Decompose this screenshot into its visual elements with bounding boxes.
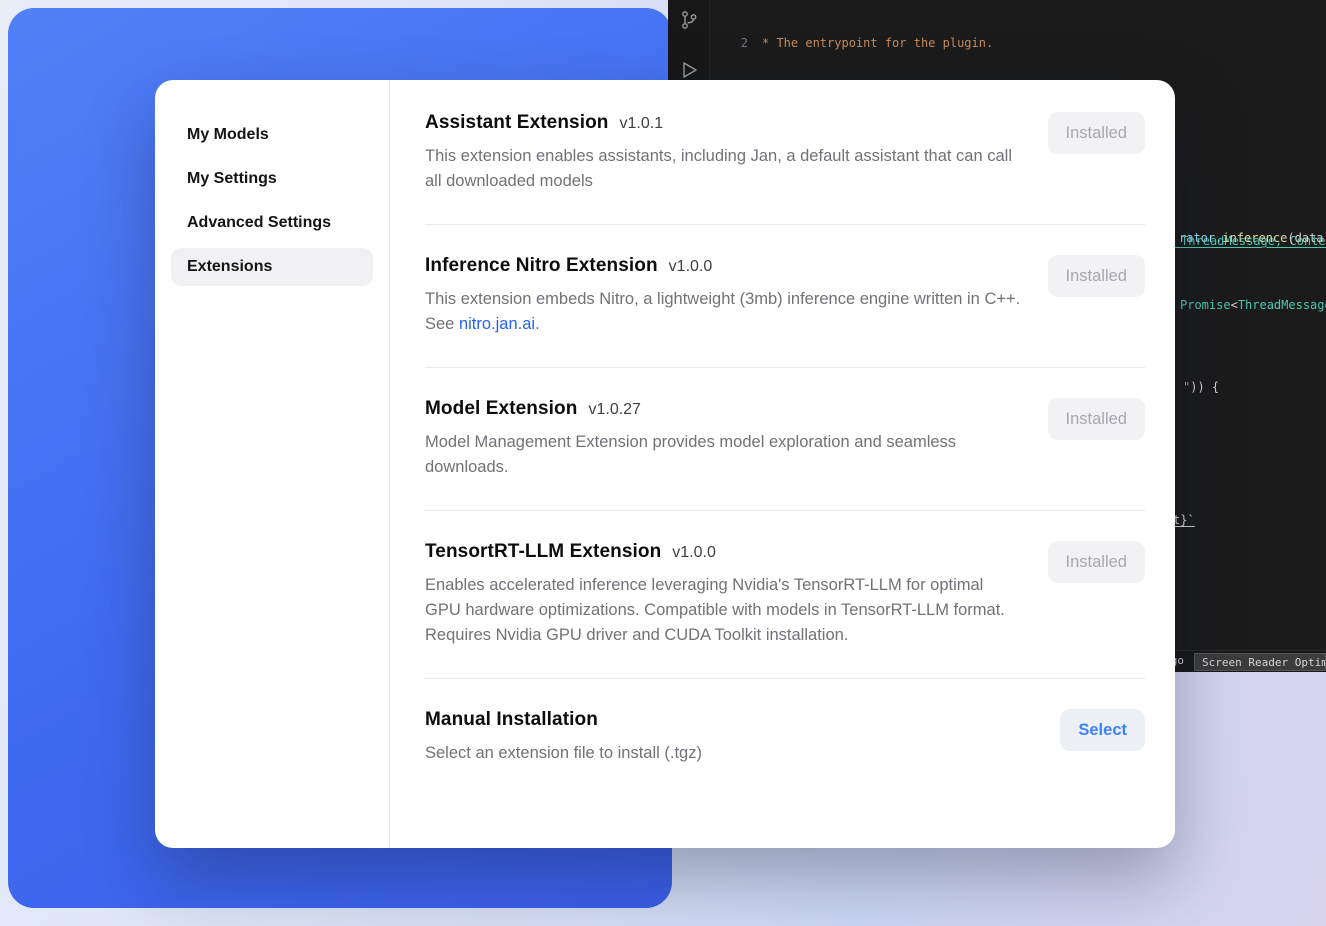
extension-name: TensortRT-LLM Extension: [425, 541, 661, 563]
manual-installation-row: Manual Installation Select an extension …: [425, 679, 1145, 796]
extension-row-model: Model Extension v1.0.27 Model Management…: [425, 368, 1145, 511]
extension-row-nitro: Inference Nitro Extension v1.0.0 This ex…: [425, 225, 1145, 368]
run-debug-icon[interactable]: [677, 58, 701, 82]
extension-description: This extension embeds Nitro, a lightweig…: [425, 287, 1024, 337]
extension-name: Model Extension: [425, 398, 577, 420]
code-fragment: ")) {: [1183, 379, 1219, 396]
extension-row-assistant: Assistant Extension v1.0.1 This extensio…: [425, 112, 1145, 225]
extension-name: Assistant Extension: [425, 112, 609, 134]
settings-sidebar: My Models My Settings Advanced Settings …: [155, 80, 390, 848]
extension-version: v1.0.0: [672, 544, 716, 562]
screen-reader-badge[interactable]: Screen Reader Optimize: [1194, 653, 1326, 671]
manual-installation-title: Manual Installation: [425, 709, 598, 731]
extension-version: v1.0.27: [588, 401, 640, 419]
extension-description: This extension enables assistants, inclu…: [425, 144, 1024, 194]
page: 2* The entrypoint for the plugin. 3*/ 4 …: [0, 0, 1326, 926]
extension-description: Enables accelerated inference leveraging…: [425, 573, 1015, 648]
installed-button[interactable]: Installed: [1048, 112, 1145, 154]
installed-button[interactable]: Installed: [1048, 398, 1145, 440]
code-text: * The entrypoint for the plugin.: [762, 35, 993, 52]
code-line: 2* The entrypoint for the plugin.: [710, 35, 1326, 52]
nitro-jan-ai-link[interactable]: nitro.jan.ai: [459, 315, 535, 333]
sidebar-item-my-settings[interactable]: My Settings: [171, 160, 373, 198]
sidebar-item-my-models[interactable]: My Models: [171, 116, 373, 154]
installed-button[interactable]: Installed: [1048, 541, 1145, 583]
manual-installation-description: Select an extension file to install (.tg…: [425, 741, 702, 766]
line-number: 2: [710, 35, 762, 52]
extension-row-tensorrt: TensortRT-LLM Extension v1.0.0 Enables a…: [425, 511, 1145, 679]
settings-modal: My Models My Settings Advanced Settings …: [155, 80, 1175, 848]
extension-version: v1.0.0: [669, 258, 713, 276]
code-fragment: t}`: [1173, 512, 1195, 529]
installed-button[interactable]: Installed: [1048, 255, 1145, 297]
source-control-icon[interactable]: [677, 8, 701, 32]
extensions-list: Assistant Extension v1.0.1 This extensio…: [390, 80, 1175, 848]
extension-name: Inference Nitro Extension: [425, 255, 658, 277]
code-fragment: Promise<ThreadMessage>: [1180, 297, 1326, 314]
select-file-button[interactable]: Select: [1060, 709, 1145, 751]
extension-description: Model Management Extension provides mode…: [425, 430, 1024, 480]
extension-version: v1.0.1: [620, 115, 664, 133]
sidebar-item-extensions[interactable]: Extensions: [171, 248, 373, 286]
code-fragment: rator.inference(data));: [1179, 230, 1326, 247]
sidebar-item-advanced-settings[interactable]: Advanced Settings: [171, 204, 373, 242]
